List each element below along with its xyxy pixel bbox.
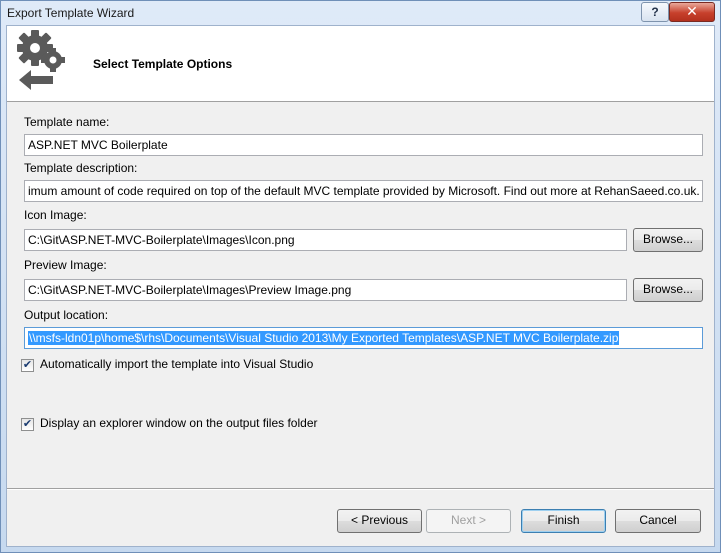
title-bar[interactable]: Export Template Wizard ? ✕ (1, 1, 720, 25)
next-button[interactable]: Next > (426, 509, 511, 533)
template-name-label: Template name: (24, 115, 110, 129)
preview-image-label: Preview Image: (24, 258, 107, 272)
finish-button[interactable]: Finish (521, 509, 606, 533)
cancel-button[interactable]: Cancel (615, 509, 701, 533)
explorer-window-label[interactable]: Display an explorer window on the output… (40, 416, 318, 430)
output-location-selected-text: \\msfs-ldn01p\home$\rhs\Documents\Visual… (28, 331, 620, 345)
auto-import-label[interactable]: Automatically import the template into V… (40, 357, 313, 371)
footer-divider (7, 488, 714, 490)
icon-image-browse-button[interactable]: Browse... (633, 228, 703, 252)
gear-icon (17, 30, 65, 90)
close-button[interactable]: ✕ (669, 2, 715, 22)
icon-image-label: Icon Image: (24, 208, 87, 222)
wizard-header: Select Template Options (7, 26, 714, 102)
template-description-label: Template description: (24, 161, 138, 175)
page-title: Select Template Options (93, 57, 233, 71)
preview-image-input[interactable]: C:\Git\ASP.NET-MVC-Boilerplate\Images\Pr… (24, 279, 627, 301)
help-button[interactable]: ? (641, 2, 669, 22)
wizard-content: Select Template Options Template name: A… (6, 25, 715, 547)
previous-button[interactable]: < Previous (337, 509, 422, 533)
preview-image-browse-button[interactable]: Browse... (633, 278, 703, 302)
icon-image-input[interactable]: C:\Git\ASP.NET-MVC-Boilerplate\Images\Ic… (24, 229, 627, 251)
export-template-wizard-window: Export Template Wizard ? ✕ Select Templa… (0, 0, 721, 553)
output-location-input[interactable]: \\msfs-ldn01p\home$\rhs\Documents\Visual… (24, 327, 703, 349)
auto-import-checkbox[interactable]: ✔ (21, 359, 34, 372)
template-description-input[interactable]: imum amount of code required on top of t… (24, 180, 703, 202)
window-title: Export Template Wizard (7, 6, 135, 20)
explorer-window-checkbox[interactable]: ✔ (21, 418, 34, 431)
output-location-label: Output location: (24, 308, 109, 322)
template-name-input[interactable]: ASP.NET MVC Boilerplate (24, 134, 703, 156)
